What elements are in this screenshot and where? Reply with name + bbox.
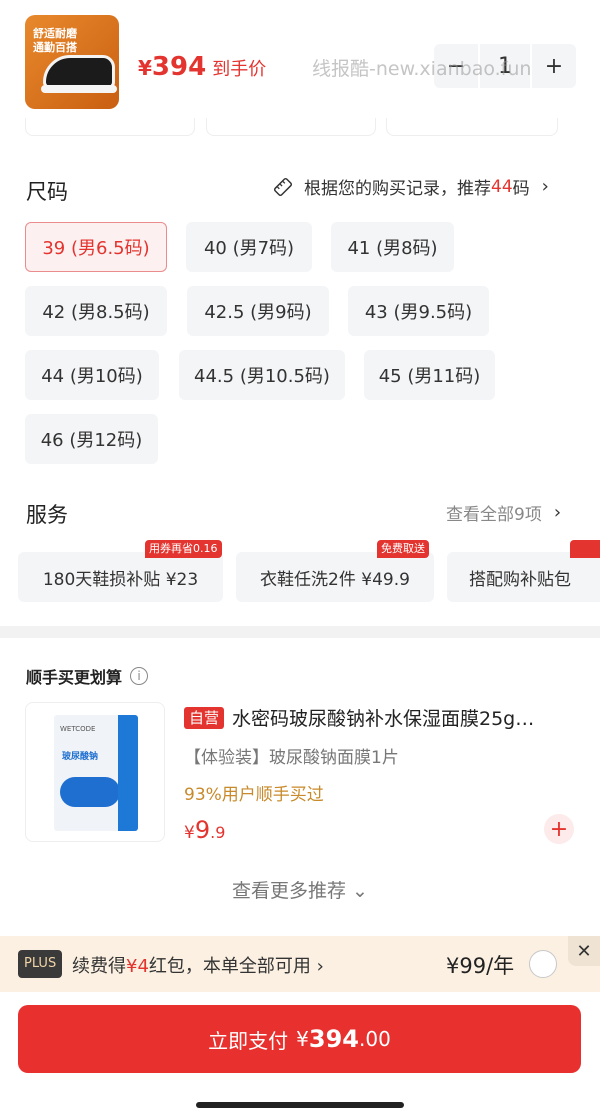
service-badge	[570, 540, 600, 558]
plus-text-suffix: 红包，本单全部可用 ›	[148, 956, 324, 977]
plus-price: ¥99/年	[446, 954, 515, 978]
color-option-partial[interactable]	[206, 118, 376, 136]
color-option-partial[interactable]	[25, 118, 195, 136]
mask-package-image: WETCODE 玻尿酸钠	[54, 715, 138, 831]
recommend-product-image[interactable]: WETCODE 玻尿酸钠	[25, 702, 165, 842]
service-badge: 用券再省0.16	[145, 540, 222, 558]
plus-badge: PLUS	[18, 950, 63, 978]
size-hint-value: 44	[491, 176, 513, 197]
recommend-product-subtitle: 【体验装】玻尿酸钠面膜1片	[184, 748, 399, 768]
info-icon[interactable]: i	[130, 667, 149, 685]
size-option-43[interactable]: 43 (男9.5码)	[348, 286, 489, 336]
pay-amount-decimal: .00	[359, 1027, 391, 1051]
section-divider	[0, 626, 600, 638]
size-recommendation-link[interactable]: 根据您的购买记录，推荐 44 码 ›	[272, 174, 549, 199]
recommend-buy-rate: 93%用户顺手买过	[184, 785, 324, 805]
plus-select-radio[interactable]	[529, 950, 557, 978]
mask-brand-text: WETCODE	[60, 725, 96, 733]
service-section-title: 服务	[26, 503, 68, 527]
see-more-recommendations[interactable]: 查看更多推荐 ⌄	[0, 876, 600, 903]
recommend-product-name[interactable]: 水密码玻尿酸钠补水保湿面膜25g…	[232, 704, 582, 731]
size-option-44[interactable]: 44 (男10码)	[25, 350, 159, 400]
self-operated-badge: 自营	[184, 707, 225, 729]
pay-now-button[interactable]: 立即支付 ¥394.00	[18, 1005, 581, 1073]
service-option-bundle[interactable]: 搭配购补贴包	[447, 552, 600, 602]
home-indicator[interactable]	[196, 1102, 404, 1108]
watermark-text: 线报酷-new.xianbao.fun	[312, 58, 532, 80]
size-option-40[interactable]: 40 (男7码)	[186, 222, 312, 272]
service-option-laundry[interactable]: 衣鞋任洗2件 ¥49.9	[236, 552, 434, 602]
size-section-title: 尺码	[26, 180, 68, 204]
size-option-42[interactable]: 42 (男8.5码)	[25, 286, 167, 336]
price-label: 到手价	[212, 59, 267, 80]
size-hint-text: 根据您的购买记录，推荐	[304, 179, 491, 199]
chevron-right-icon: ›	[553, 502, 562, 523]
mask-package-text: 玻尿酸钠	[62, 752, 99, 762]
ruler-icon	[273, 177, 293, 196]
view-all-services-link[interactable]: 查看全部9项 ›	[446, 500, 561, 525]
quantity-increase-button[interactable]: +	[532, 44, 576, 88]
service-option-shoe-subsidy[interactable]: 180天鞋损补贴 ¥23	[18, 552, 223, 602]
thumbnail-text: 通勤百搭	[33, 41, 77, 54]
recommend-section-title: 顺手买更划算 i	[26, 664, 149, 688]
size-option-41[interactable]: 41 (男8码)	[331, 222, 454, 272]
close-icon[interactable]: ✕	[568, 936, 600, 966]
plus-text-highlight: ¥4	[126, 956, 149, 977]
price-value: 394	[151, 52, 207, 82]
chevron-right-icon: ›	[541, 176, 549, 197]
product-thumbnail: 舒适耐磨 通勤百搭	[25, 15, 119, 109]
size-hint-suffix: 码	[512, 179, 530, 199]
size-option-39[interactable]: 39 (男6.5码)	[25, 222, 167, 272]
plus-membership-bar[interactable]: PLUS 续费得¥4红包，本单全部可用 › ¥99/年	[0, 936, 600, 992]
mask-capsule-graphic	[60, 777, 120, 807]
size-option-42-5[interactable]: 42.5 (男9码)	[187, 286, 329, 336]
size-option-44-5[interactable]: 44.5 (男10.5码)	[179, 350, 345, 400]
final-price: ¥394 到手价	[138, 52, 266, 82]
pay-currency: ¥	[296, 1027, 309, 1051]
view-all-text: 查看全部9项	[446, 505, 542, 525]
size-option-46[interactable]: 46 (男12码)	[25, 414, 158, 464]
price-decimal: .9	[210, 823, 226, 842]
price-currency: ¥	[138, 56, 152, 80]
shoe-image	[43, 55, 115, 89]
product-summary-bar: 舒适耐磨 通勤百搭 ¥394 到手价 − 1 + 线报酷-new.xianbao.…	[0, 0, 600, 136]
size-option-45[interactable]: 45 (男11码)	[364, 350, 495, 400]
shoe-sole	[41, 85, 117, 93]
recommend-product-price: ¥9.9	[184, 816, 225, 844]
pay-label: 立即支付	[208, 1028, 289, 1053]
recommend-title-text: 顺手买更划算	[26, 668, 123, 687]
plus-text-prefix: 续费得	[72, 956, 126, 977]
pay-amount-integer: 394	[308, 1025, 360, 1053]
mask-blue-band	[118, 715, 138, 831]
color-option-partial[interactable]	[386, 118, 558, 136]
service-badge: 免费取送	[377, 540, 429, 558]
price-currency: ¥	[184, 823, 195, 843]
price-integer: 9	[194, 816, 211, 844]
add-to-order-button[interactable]: +	[544, 814, 574, 844]
plus-offer-text: 续费得¥4红包，本单全部可用 ›	[72, 952, 324, 978]
